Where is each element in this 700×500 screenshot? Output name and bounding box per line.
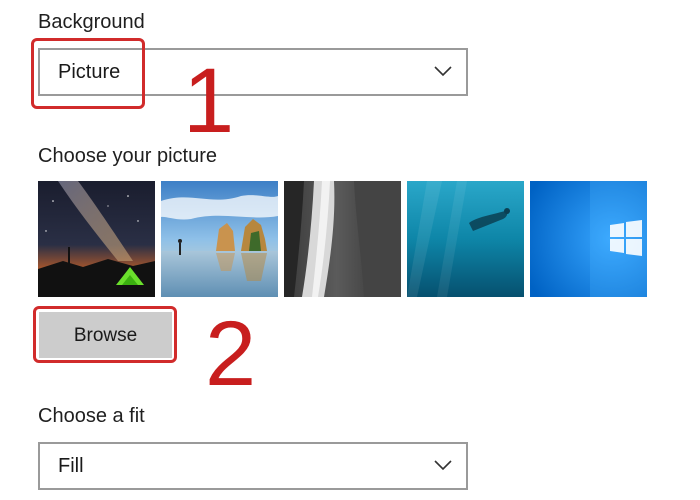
choose-fit-label: Choose a fit [38, 405, 145, 427]
picture-thumbnail-underwater[interactable] [407, 181, 524, 297]
background-label: Background [38, 11, 145, 33]
windows-wallpaper-image [530, 181, 647, 297]
picture-thumbnail-beach[interactable] [161, 181, 278, 297]
chevron-down-icon [434, 460, 452, 471]
beach-image [161, 181, 278, 297]
picture-thumbnail-milky-way[interactable] [38, 181, 155, 297]
annotation-number-2: 2 [205, 303, 257, 405]
chevron-down-icon [434, 66, 452, 77]
underwater-image [407, 181, 524, 297]
waterfall-image [284, 181, 401, 297]
picture-thumbnail-windows[interactable] [530, 181, 647, 297]
annotation-box-picture [31, 38, 145, 109]
background-settings-page: Background Picture Choose your picture B… [0, 0, 700, 500]
annotation-number-1: 1 [183, 50, 235, 152]
picture-thumbnail-waterfall[interactable] [284, 181, 401, 297]
fit-dropdown-value: Fill [58, 455, 84, 477]
fit-dropdown[interactable]: Fill [38, 442, 468, 490]
annotation-box-browse [33, 306, 177, 363]
milky-way-image [38, 181, 155, 297]
